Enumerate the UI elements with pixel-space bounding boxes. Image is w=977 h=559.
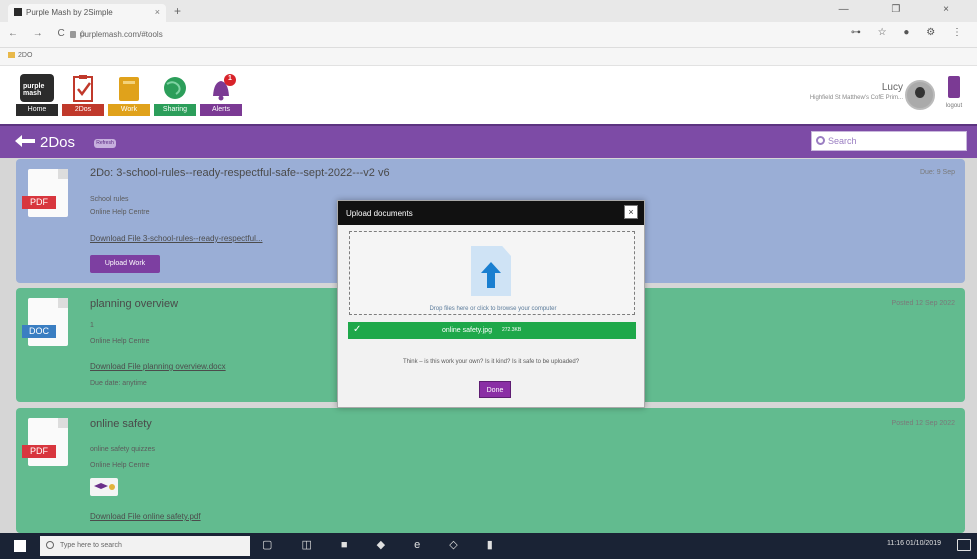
todo-help-link[interactable]: Online Help Centre	[90, 462, 150, 469]
todo-due: Due date: anytime	[90, 380, 147, 387]
nav-sharing[interactable]: Sharing	[154, 74, 196, 116]
window-controls[interactable]: — ❐ ×	[839, 4, 969, 15]
checkmark-icon: ✓	[353, 324, 362, 335]
file-type-badge: DOC	[22, 325, 56, 338]
user-name: Lucy	[881, 82, 903, 93]
browser-tab[interactable]: Purple Mash by 2Simple ×	[8, 4, 166, 22]
user-school: Highfield St Matthew's CofE Prim...	[809, 95, 903, 101]
pdf-file-icon	[28, 169, 68, 217]
todo-description: 1	[90, 322, 94, 329]
file-type-badge: PDF	[22, 196, 56, 209]
todo-title[interactable]: online safety	[90, 418, 152, 430]
nav-work[interactable]: Work	[108, 74, 150, 116]
windows-start-icon[interactable]	[14, 540, 26, 552]
windows-taskbar: Type here to search ▢ ◫ ■ ◆ e ◇ ▮ 11:16 …	[0, 533, 977, 559]
taskbar-search-input[interactable]: Type here to search	[40, 536, 250, 556]
nav-alerts[interactable]: 1 Alerts	[200, 74, 242, 116]
download-link[interactable]: Download File planning overview.docx	[90, 362, 226, 371]
upload-reminder: Think – is this work your own? Is it kin…	[402, 359, 580, 365]
purple-mash-logo-icon: purple mash	[20, 74, 54, 102]
tab-title: Purple Mash by 2Simple	[26, 8, 113, 17]
todo-date: Due: 9 Sep	[919, 169, 955, 176]
search-icon	[816, 136, 825, 145]
user-info: Lucy Highfield St Matthew's CofE Prim...	[810, 82, 903, 101]
doc-file-icon	[28, 298, 68, 346]
clipboard-check-icon	[66, 74, 100, 102]
bell-alert-icon: 1	[204, 74, 238, 102]
dialog-header: Upload documents ×	[338, 201, 644, 225]
bookmark-label: 2DO	[18, 52, 33, 59]
clock-date: 01/10/2019	[905, 540, 941, 547]
page-title-bar: 2Dos Refresh Search	[0, 124, 977, 158]
todo-card: PDF online safety Posted 12 Sep 2022 onl…	[16, 408, 965, 533]
download-link[interactable]: Download File 3-school-rules--ready-resp…	[90, 234, 263, 243]
nav-sharing-label: Sharing	[154, 104, 196, 116]
app-header: purple mash Home 2Dos Work Sharing 1 Ale…	[0, 66, 977, 124]
todo-title[interactable]: 2Do: 3-school-rules--ready-respectful-sa…	[90, 167, 390, 179]
uploaded-file-size: 272.3KB	[502, 327, 522, 333]
site-favicon-icon	[14, 8, 22, 16]
avatar[interactable]	[905, 80, 935, 110]
clock-time: 11:16	[887, 540, 904, 547]
taskbar-search-placeholder: Type here to search	[60, 542, 122, 549]
lock-icon	[70, 31, 76, 38]
dialog-title: Upload documents	[346, 209, 413, 218]
system-tray[interactable]: 11:16 01/10/2019	[887, 540, 941, 547]
bookmarks-bar: 2DO	[0, 48, 977, 66]
url-field[interactable]: purplemash.com/#tools	[70, 27, 890, 43]
search-icon	[46, 541, 54, 549]
close-icon[interactable]: ×	[624, 205, 638, 219]
uploaded-file-row: ✓ online safety.jpg 272.3KB	[348, 322, 636, 339]
nav-home-label: Home	[16, 104, 58, 116]
new-tab-button[interactable]: +	[174, 4, 181, 18]
todo-date: Posted 12 Sep 2022	[891, 300, 955, 307]
nav-2dos[interactable]: 2Dos	[62, 74, 104, 116]
browser-tab-bar: Purple Mash by 2Simple × + — ❐ ×	[0, 0, 977, 22]
file-drop-zone[interactable]: Drop files here or click to browse your …	[349, 231, 635, 315]
folder-icon	[8, 52, 15, 58]
search-placeholder: Search	[828, 136, 857, 146]
nav-home[interactable]: purple mash Home	[16, 74, 58, 116]
tab-close-icon[interactable]: ×	[155, 7, 160, 17]
page-title: 2Dos	[40, 134, 76, 151]
graduation-cap-icon[interactable]	[90, 478, 118, 496]
search-input[interactable]: Search	[811, 131, 967, 151]
logout-door-icon	[948, 76, 960, 98]
nav-alerts-label: Alerts	[200, 104, 242, 116]
nav-work-label: Work	[108, 104, 150, 116]
back-arrow-icon[interactable]	[14, 134, 36, 148]
file-type-badge: PDF	[22, 445, 56, 458]
upload-arrow-icon	[481, 262, 501, 288]
download-link[interactable]: Download File online safety.pdf	[90, 512, 201, 521]
globe-sharing-icon	[158, 74, 192, 102]
logout-button[interactable]: logout	[941, 76, 967, 109]
refresh-button[interactable]: Refresh	[94, 139, 116, 148]
notification-icon[interactable]	[957, 539, 971, 551]
todo-title[interactable]: planning overview	[90, 298, 178, 310]
uploaded-file-name: online safety.jpg	[442, 327, 493, 334]
bookmark-item[interactable]: 2DO	[8, 52, 32, 59]
pdf-file-icon	[28, 418, 68, 466]
drop-instructions: Drop files here or click to browse your …	[429, 306, 557, 312]
alert-count-badge: 1	[228, 75, 232, 82]
logo-text: purple mash	[23, 83, 45, 97]
done-button[interactable]: Done	[479, 381, 511, 398]
todo-help-link[interactable]: Online Help Centre	[90, 209, 150, 216]
logout-label: logout	[945, 103, 963, 109]
browser-toolbar-icons[interactable]: ⊶ ☆ ● ⚙ ⋮	[851, 27, 969, 38]
todo-date: Posted 12 Sep 2022	[891, 420, 955, 427]
address-bar: ← → C ⌂ purplemash.com/#tools ⊶ ☆ ● ⚙ ⋮	[0, 22, 977, 48]
todo-help-link[interactable]: Online Help Centre	[90, 338, 150, 345]
taskbar-app-icons[interactable]: ▢ ◫ ■ ◆ e ◇ ▮	[262, 538, 506, 551]
todo-description: School rules	[90, 196, 129, 203]
url-text: purplemash.com/#tools	[80, 30, 163, 39]
folder-work-icon	[112, 74, 146, 102]
upload-dialog: Upload documents × Drop files here or cl…	[337, 200, 645, 408]
upload-work-button[interactable]: Upload Work	[90, 255, 160, 273]
screen: Purple Mash by 2Simple × + — ❐ × ← → C ⌂…	[0, 0, 977, 559]
todo-description: online safety quizzes	[90, 446, 155, 453]
nav-2dos-label: 2Dos	[62, 104, 104, 116]
